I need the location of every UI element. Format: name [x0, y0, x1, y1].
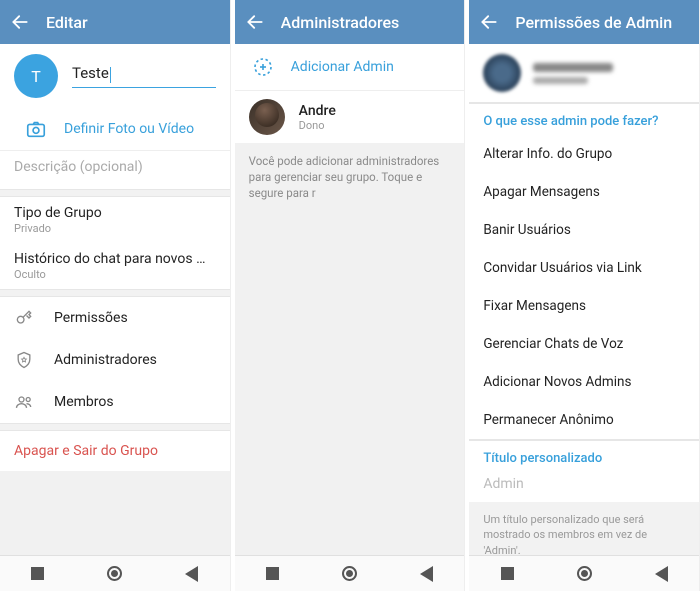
- add-admin-label: Adicionar Admin: [291, 59, 394, 75]
- custom-title-input[interactable]: Admin: [469, 472, 699, 502]
- administrators-row[interactable]: Administradores: [0, 339, 230, 381]
- user-text-blurred: [533, 63, 613, 84]
- home-button[interactable]: [577, 566, 592, 581]
- permissions-row[interactable]: Permissões: [0, 297, 230, 339]
- user-name: Andre: [299, 103, 336, 119]
- user-avatar-blurred: [483, 54, 521, 92]
- recent-apps-button[interactable]: [266, 567, 279, 580]
- custom-title-label: Título personalizado: [469, 441, 699, 472]
- text-caret: [110, 67, 111, 83]
- arrow-left-icon: [479, 12, 499, 32]
- back-nav-button[interactable]: [655, 566, 668, 582]
- add-person-icon: [251, 55, 275, 79]
- admin-help-text: Você pode adicionar administradores para…: [235, 143, 465, 555]
- group-name-input[interactable]: Teste: [72, 64, 109, 82]
- group-type-label: Tipo de Grupo: [14, 205, 216, 221]
- delete-group-button[interactable]: Apagar e Sair do Grupo: [0, 431, 230, 471]
- perm-change-info[interactable]: Alterar Info. do Grupo: [469, 135, 699, 173]
- system-navbar: [469, 555, 699, 591]
- group-type-row[interactable]: Tipo de Grupo Privado: [0, 197, 230, 243]
- shield-star-icon: [14, 350, 34, 370]
- home-button[interactable]: [342, 566, 357, 581]
- back-button[interactable]: [479, 12, 499, 32]
- admin-user-row[interactable]: Andre Dono: [235, 91, 465, 143]
- members-row[interactable]: Membros: [0, 381, 230, 423]
- add-admin-button[interactable]: Adicionar Admin: [235, 44, 465, 90]
- system-navbar: [235, 555, 465, 591]
- screen-admin-permissions: Permissões de Admin O que esse admin pod…: [469, 0, 700, 591]
- screen-edit-group: Editar T Teste Definir Foto ou Vídeo Des…: [0, 0, 231, 591]
- group-avatar[interactable]: T: [14, 54, 58, 98]
- back-nav-button[interactable]: [420, 566, 433, 582]
- system-navbar: [0, 555, 230, 591]
- camera-icon: [25, 118, 47, 140]
- header: Editar: [0, 0, 230, 44]
- perm-invite-link[interactable]: Convidar Usuários via Link: [469, 249, 699, 287]
- back-nav-button[interactable]: [185, 566, 198, 582]
- empty-area: [0, 471, 230, 555]
- set-photo-label: Definir Foto ou Vídeo: [64, 121, 194, 137]
- perm-anonymous[interactable]: Permanecer Anônimo: [469, 401, 699, 439]
- page-title: Editar: [46, 13, 88, 32]
- header: Permissões de Admin: [469, 0, 699, 44]
- administrators-label: Administradores: [54, 352, 157, 368]
- members-label: Membros: [54, 394, 114, 410]
- back-button[interactable]: [245, 12, 265, 32]
- description-input[interactable]: Descrição (opcional): [0, 151, 230, 189]
- user-role: Dono: [299, 119, 336, 132]
- home-button[interactable]: [107, 566, 122, 581]
- group-type-value: Privado: [14, 222, 216, 235]
- arrow-left-icon: [245, 12, 265, 32]
- chat-history-value: Oculto: [14, 268, 216, 281]
- user-avatar: [249, 99, 285, 135]
- page-title: Permissões de Admin: [515, 13, 672, 32]
- set-photo-button[interactable]: Definir Foto ou Vídeo: [0, 108, 230, 150]
- back-button[interactable]: [10, 12, 30, 32]
- selected-user-row[interactable]: [469, 44, 699, 102]
- screen-administrators: Administradores Adicionar Admin Andre Do…: [235, 0, 466, 591]
- perm-pin-messages[interactable]: Fixar Mensagens: [469, 287, 699, 325]
- perm-manage-voice[interactable]: Gerenciar Chats de Voz: [469, 325, 699, 363]
- header: Administradores: [235, 0, 465, 44]
- page-title: Administradores: [281, 13, 400, 32]
- chat-history-row[interactable]: Histórico do chat para novos membros Ocu…: [0, 243, 230, 289]
- perm-delete-messages[interactable]: Apagar Mensagens: [469, 173, 699, 211]
- key-icon: [14, 308, 34, 328]
- perm-add-admins[interactable]: Adicionar Novos Admins: [469, 363, 699, 401]
- perm-ban-users[interactable]: Banir Usuários: [469, 211, 699, 249]
- permissions-label: Permissões: [54, 310, 128, 326]
- recent-apps-button[interactable]: [31, 567, 44, 580]
- arrow-left-icon: [10, 12, 30, 32]
- custom-title-footnote: Um título personalizado que será mostrad…: [469, 502, 699, 555]
- chat-history-label: Histórico do chat para novos membros: [14, 251, 216, 267]
- permissions-section-title: O que esse admin pode fazer?: [469, 104, 699, 135]
- people-icon: [14, 392, 34, 412]
- recent-apps-button[interactable]: [501, 567, 514, 580]
